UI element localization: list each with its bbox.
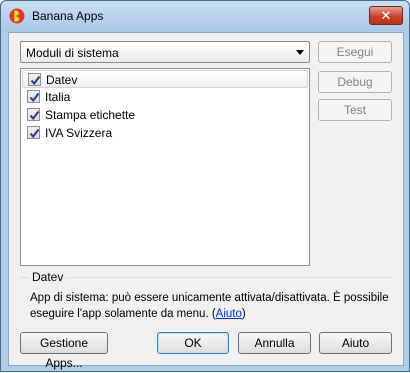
help-button[interactable]: Aiuto: [319, 332, 392, 354]
help-link[interactable]: Aiuto: [216, 308, 242, 320]
close-button[interactable]: ✕: [369, 6, 403, 25]
dialog-client-area: Moduli di sistema Esegui Debug Test Date…: [8, 32, 404, 370]
app-info-line-2-text: eseguire l'app solamente da menu. (: [30, 308, 216, 320]
debug-button[interactable]: Debug: [318, 71, 392, 93]
dialog-window: Banana Apps ✕ Moduli di sistema Esegui D…: [0, 0, 410, 372]
app-info-line-1: App di sistema: può essere unicamente at…: [30, 292, 389, 304]
app-info-title: Datev: [29, 270, 67, 284]
app-checkbox[interactable]: [27, 126, 40, 139]
list-item[interactable]: IVA Svizzera: [22, 124, 308, 142]
manage-apps-button[interactable]: Gestione Apps...: [20, 332, 108, 370]
ok-button[interactable]: OK: [157, 332, 229, 354]
chevron-down-icon: [296, 50, 304, 55]
app-info-line-2: eseguire l'app solamente da menu. (Aiuto…: [30, 306, 390, 322]
module-type-value: Moduli di sistema: [26, 46, 119, 60]
run-button[interactable]: Esegui: [318, 41, 392, 63]
list-item-label: Datev: [46, 73, 78, 87]
apps-list: Datev Italia Stampa etichette IVA Svizze…: [20, 68, 310, 266]
banana-app-icon: [9, 7, 26, 25]
list-item[interactable]: Stampa etichette: [22, 106, 308, 124]
list-item-label: Italia: [45, 90, 71, 104]
app-checkbox[interactable]: [27, 108, 40, 121]
test-button[interactable]: Test: [318, 99, 392, 121]
app-info-description: App di sistema: può essere unicamente at…: [30, 290, 390, 322]
list-item-label: Stampa etichette: [45, 108, 136, 122]
list-item[interactable]: Datev: [22, 70, 308, 88]
group-divider: [20, 277, 392, 278]
app-info-line-2-end: ): [241, 308, 246, 320]
cancel-button[interactable]: Annulla: [238, 332, 311, 354]
title-bar: Banana Apps ✕: [1, 1, 409, 31]
app-info-group: Datev App di sistema: può essere unicame…: [20, 270, 392, 323]
list-item[interactable]: Italia: [22, 88, 308, 106]
app-checkbox[interactable]: [27, 90, 40, 103]
module-type-select[interactable]: Moduli di sistema: [20, 41, 310, 63]
list-item-label: IVA Svizzera: [45, 126, 113, 140]
window-title: Banana Apps: [32, 9, 104, 23]
app-checkbox[interactable]: [28, 73, 41, 86]
